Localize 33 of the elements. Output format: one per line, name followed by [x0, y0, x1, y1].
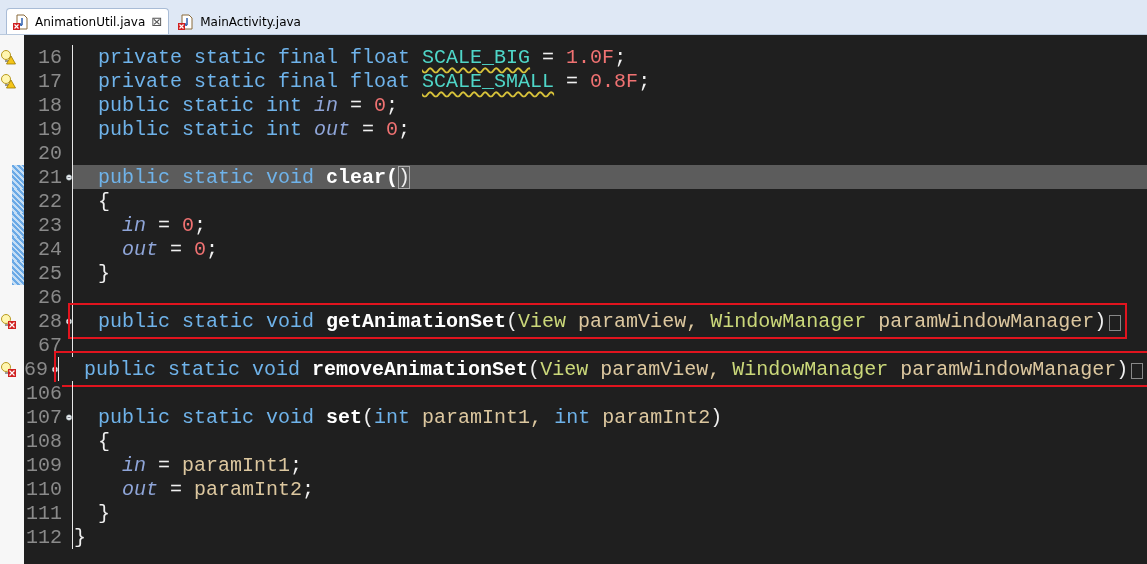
editor-tab[interactable]: MainActivity.java — [172, 9, 307, 34]
warning-bulb-icon — [0, 73, 16, 89]
code-line: out = 0; — [121, 237, 219, 261]
code-line: { — [97, 429, 110, 453]
warning-bulb-icon — [0, 49, 16, 65]
folded-code-icon[interactable] — [1109, 315, 1122, 331]
code-line: public static int out = 0; — [97, 117, 411, 141]
collapse-icon[interactable] — [66, 172, 72, 182]
error-bulb-icon — [0, 313, 16, 329]
java-file-error-icon — [178, 13, 195, 30]
code-line: private static final float SCALE_BIG = 1.0F; — [97, 45, 627, 69]
expand-icon[interactable] — [66, 316, 72, 326]
code-line: in = paramInt1; — [121, 453, 303, 477]
folded-code-icon[interactable] — [1131, 363, 1144, 379]
code-line: } — [97, 501, 110, 525]
code-line: public static int in = 0; — [97, 93, 399, 117]
java-file-error-icon — [13, 13, 29, 30]
code-line: } — [74, 525, 86, 549]
error-bulb-icon — [0, 361, 16, 377]
code-line: public static void getAnimationSet(View paramView, WindowManager paramWindowManager) — [97, 309, 1107, 333]
code-line: { — [97, 189, 110, 213]
editor-tab[interactable]: AnimationUtil.java ⊠ — [6, 8, 170, 34]
code-editor[interactable] — [0, 35, 1147, 564]
close-icon[interactable]: ⊠ — [151, 14, 163, 29]
code-line: private static final float SCALE_SMALL = 0.8F; — [97, 69, 651, 93]
code-line: public static void clear() — [97, 165, 411, 189]
expand-icon[interactable] — [52, 364, 58, 374]
code-line: in = 0; — [121, 213, 207, 237]
code-line: public static void set(int paramInt1, int paramInt2) — [97, 405, 723, 429]
code-line: } — [97, 261, 110, 285]
code-line: public static void removeAnimationSet(View paramView, WindowManager paramWindowManager) — [83, 357, 1129, 381]
code-line: out = paramInt2; — [121, 477, 315, 501]
collapse-icon[interactable] — [66, 412, 72, 422]
